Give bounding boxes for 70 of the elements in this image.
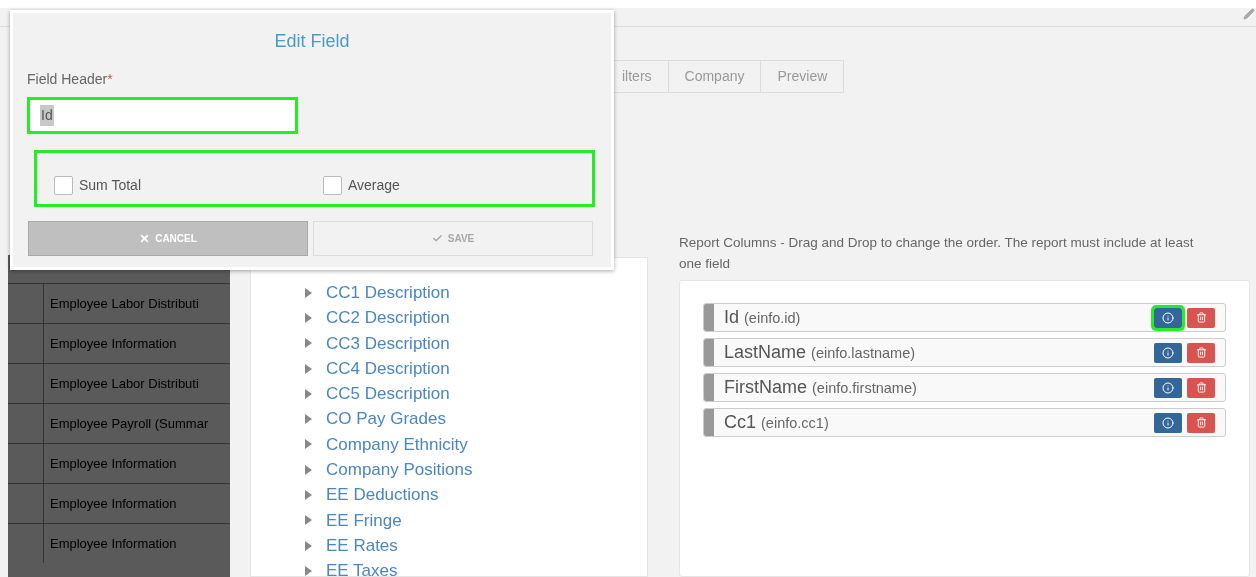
checkbox-label: Average [348,176,400,195]
info-button[interactable] [1154,342,1182,363]
field-group[interactable]: CC5 Description [326,381,450,407]
expand-icon[interactable] [305,287,312,298]
expand-icon[interactable] [305,363,312,374]
trash-icon [1195,382,1207,393]
expand-icon[interactable] [305,439,312,450]
delete-button[interactable] [1187,307,1215,328]
instructions-text: Report Columns - Drag and Drop to change the order. The report must include at least one field [679,234,1195,273]
field-group[interactable]: CC2 Description [326,305,450,331]
delete-button[interactable] [1187,412,1215,433]
field-header-input[interactable]: Id [30,100,295,131]
info-button[interactable] [1154,377,1182,398]
field-group[interactable]: EE Taxes [326,558,398,577]
report-name[interactable]: Employee Labor Distributi [44,373,199,394]
tab[interactable]: Preview [760,60,845,93]
delete-button[interactable] [1187,342,1215,363]
info-icon [1162,381,1174,394]
expand-icon[interactable] [305,338,312,349]
field-group[interactable]: Company Ethnicity [326,431,468,458]
trash-icon [1195,417,1207,428]
column-item[interactable]: Cc1 (einfo.cc1) [703,408,1226,437]
close-icon [139,233,151,244]
field-group[interactable]: EE Rates [326,532,398,559]
field-group[interactable]: EE Fringe [326,507,402,534]
tab[interactable]: Company [667,60,762,93]
expand-icon[interactable] [305,312,312,323]
expand-icon[interactable] [305,540,312,551]
column-label: LastName (einfo.lastname) [724,341,916,364]
info-button[interactable] [1154,307,1182,328]
field-group[interactable]: CC1 Description [326,279,450,306]
expand-icon[interactable] [305,388,312,399]
report-name[interactable]: Employee Information [44,453,177,474]
report-name[interactable]: Employee Information [44,333,177,354]
expand-icon[interactable] [305,464,312,475]
expand-icon[interactable] [305,565,312,576]
check-icon [431,233,443,244]
field-group[interactable]: EE Deductions [326,482,439,508]
column-item[interactable]: LastName (einfo.lastname) [703,338,1226,367]
column-label: Cc1 (einfo.cc1) [724,411,829,434]
dialog-title: Edit Field [274,30,350,53]
checkbox[interactable] [323,176,342,195]
required-mark: * [107,70,113,89]
tab[interactable]: ilters [613,60,669,93]
column-label: FirstName (einfo.firstname) [724,376,917,399]
info-icon [1162,346,1174,359]
field-group[interactable]: Company Positions [326,457,473,483]
field-label: Field Header [27,70,108,89]
expand-icon[interactable] [305,515,312,526]
checkbox[interactable] [54,176,73,195]
report-name[interactable]: Employee Payroll (Summar [44,413,209,434]
info-icon [1162,311,1174,324]
report-name[interactable]: Employee Labor Distributi [44,293,199,314]
field-group[interactable]: CC3 Description [326,330,450,356]
trash-icon [1195,312,1207,323]
checkbox-label: Sum Total [79,176,141,195]
field-group[interactable]: CO Pay Grades [326,406,446,432]
expand-icon[interactable] [305,490,312,500]
field-group[interactable]: CC4 Description [326,355,450,382]
info-button[interactable] [1154,412,1182,433]
info-icon [1162,416,1174,429]
report-name[interactable]: Employee Information [44,493,177,514]
report-name[interactable]: Employee Information [44,533,177,554]
column-item[interactable]: FirstName (einfo.firstname) [703,373,1226,402]
pencil-icon[interactable] [1243,8,1255,20]
column-label: Id (einfo.id) [724,306,801,329]
delete-button[interactable] [1187,377,1215,398]
column-item[interactable]: Id (einfo.id) [703,303,1226,332]
expand-icon[interactable] [305,414,312,425]
trash-icon [1195,347,1207,358]
